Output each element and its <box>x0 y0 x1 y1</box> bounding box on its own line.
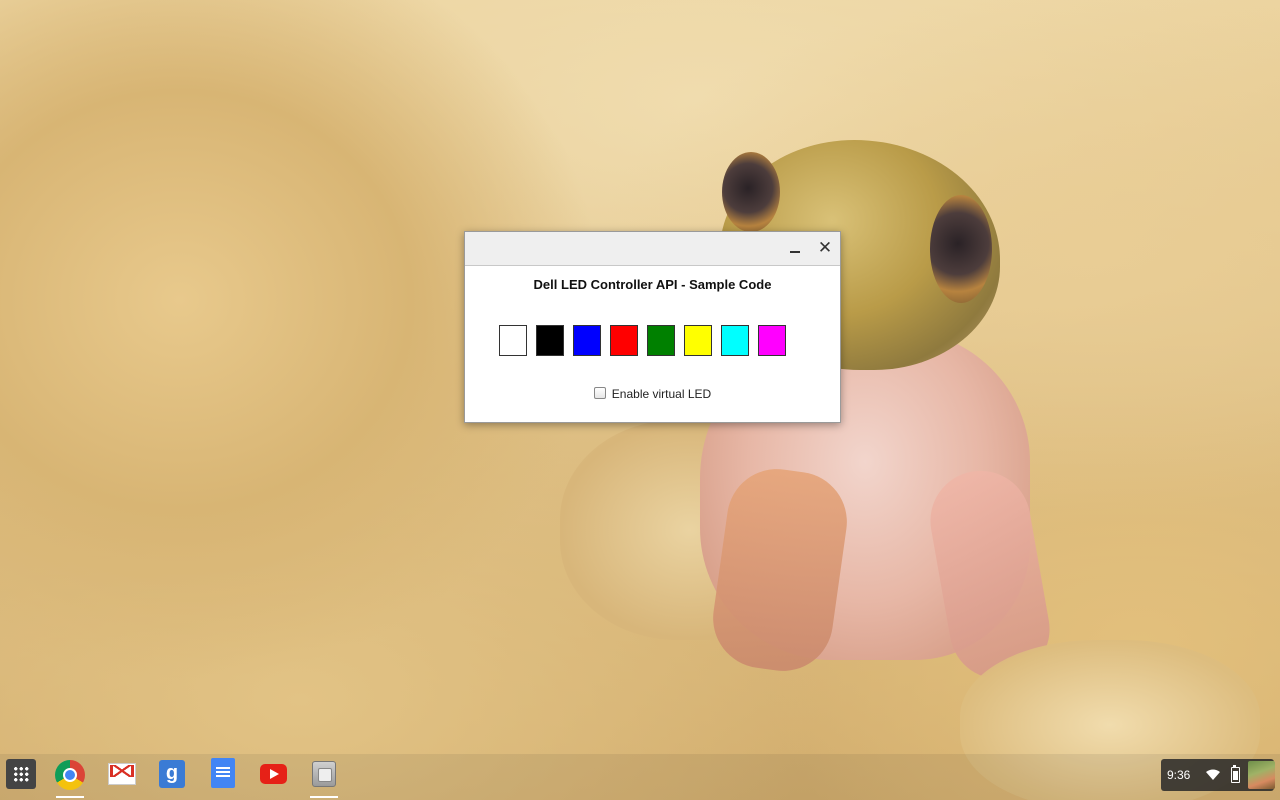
wallpaper-gecko-eye <box>722 152 780 232</box>
color-swatch-magenta[interactable] <box>758 325 786 356</box>
color-swatch-green[interactable] <box>647 325 675 356</box>
window-titlebar[interactable]: ✕ <box>465 232 840 266</box>
clock: 9:36 <box>1167 768 1191 782</box>
page-title: Dell LED Controller API - Sample Code <box>533 277 772 292</box>
color-swatch-row <box>499 325 786 356</box>
battery-icon <box>1231 765 1240 783</box>
gmail-icon[interactable] <box>108 763 136 785</box>
virtual-led-option[interactable]: Enable virtual LED <box>465 387 840 401</box>
app-window: ✕ Dell LED Controller API - Sample Code … <box>464 231 841 423</box>
youtube-icon[interactable] <box>260 764 287 784</box>
minimize-icon <box>790 251 800 253</box>
virtual-led-checkbox[interactable] <box>593 387 606 399</box>
color-swatch-cyan[interactable] <box>721 325 749 356</box>
status-area[interactable]: 9:36 <box>1161 759 1275 791</box>
color-swatch-white[interactable] <box>499 325 527 356</box>
virtual-led-label: Enable virtual LED <box>611 387 712 401</box>
app-icon[interactable] <box>312 761 336 787</box>
close-button[interactable]: ✕ <box>815 238 835 258</box>
avatar[interactable] <box>1248 761 1275 789</box>
running-indicator <box>56 796 84 798</box>
shelf <box>0 754 1280 800</box>
google-search-icon[interactable]: g <box>159 760 185 788</box>
minimize-button[interactable] <box>785 238 805 258</box>
app-launcher-icon <box>13 766 29 782</box>
color-swatch-red[interactable] <box>610 325 638 356</box>
wallpaper-gecko-eye <box>930 195 992 303</box>
chrome-icon[interactable] <box>55 760 85 790</box>
running-indicator <box>310 796 338 798</box>
color-swatch-blue[interactable] <box>573 325 601 356</box>
docs-icon[interactable] <box>211 758 235 788</box>
wifi-icon <box>1206 769 1220 780</box>
color-swatch-black[interactable] <box>536 325 564 356</box>
close-icon: ✕ <box>817 238 833 257</box>
app-launcher-button[interactable] <box>6 759 36 789</box>
color-swatch-yellow[interactable] <box>684 325 712 356</box>
